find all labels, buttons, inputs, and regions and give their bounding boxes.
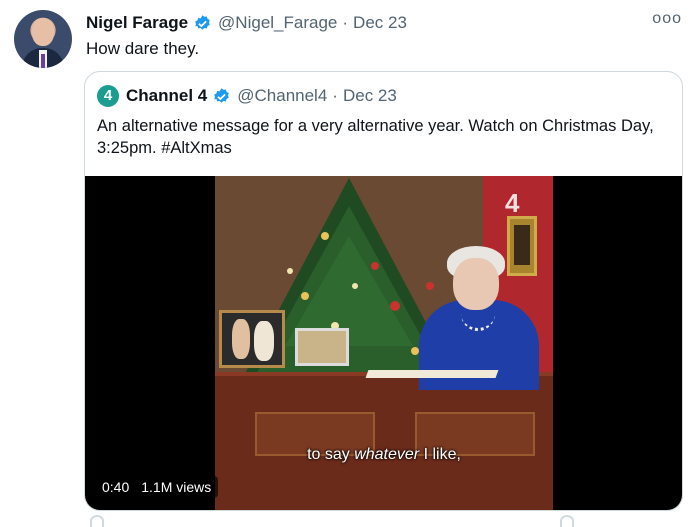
video-time: 0:40	[102, 479, 130, 495]
tweet: Nigel Farage @Nigel_Farage · Dec 23 ooo …	[0, 0, 700, 527]
quoted-author-name[interactable]: Channel 4	[126, 85, 207, 107]
share-icon[interactable]	[560, 515, 574, 527]
video-photo-frame	[219, 310, 285, 368]
more-options-icon[interactable]: ooo	[652, 10, 682, 28]
verified-badge-icon	[214, 87, 230, 103]
quoted-tweet-text: An alternative message for a very altern…	[97, 117, 654, 157]
author-avatar[interactable]	[14, 10, 72, 68]
video-caption: to say whatever I like,	[307, 446, 461, 463]
quoted-tweet[interactable]: 4 Channel 4 @Channel4 · Dec 23 An altern…	[84, 71, 683, 511]
tweet-date[interactable]: Dec 23	[353, 12, 407, 34]
channel4-watermark: 4	[505, 188, 520, 218]
avatar-tie	[41, 54, 45, 68]
video-player[interactable]: 4 to say whatever I like, 0:40 1.1M view…	[85, 176, 682, 510]
avatar-face	[32, 18, 54, 46]
header-separator: ·	[342, 13, 349, 32]
video-desk-paper	[365, 370, 499, 378]
quoted-tweet-date[interactable]: Dec 23	[343, 85, 397, 107]
video-photo-frame	[295, 328, 349, 366]
video-frame[interactable]: 4 to say whatever I like,	[215, 176, 553, 510]
verified-badge-icon	[195, 14, 210, 30]
tweet-header: Nigel Farage @Nigel_Farage · Dec 23	[86, 12, 407, 34]
quoted-header-separator: ·	[332, 86, 338, 105]
quoted-tweet-header: 4 Channel 4 @Channel4 · Dec 23	[97, 85, 397, 107]
video-views: 1.1M views	[141, 479, 212, 495]
quoted-author-handle[interactable]: @Channel4	[237, 85, 327, 107]
author-handle[interactable]: @Nigel_Farage	[218, 12, 337, 34]
reply-icon[interactable]	[90, 515, 104, 527]
video-speaker	[419, 246, 539, 390]
video-stats-badge: 0:40 1.1M views	[95, 476, 219, 498]
channel4-logo-icon[interactable]: 4	[97, 85, 119, 107]
tweet-text: How dare they.	[86, 39, 200, 58]
author-name[interactable]: Nigel Farage	[86, 12, 188, 34]
